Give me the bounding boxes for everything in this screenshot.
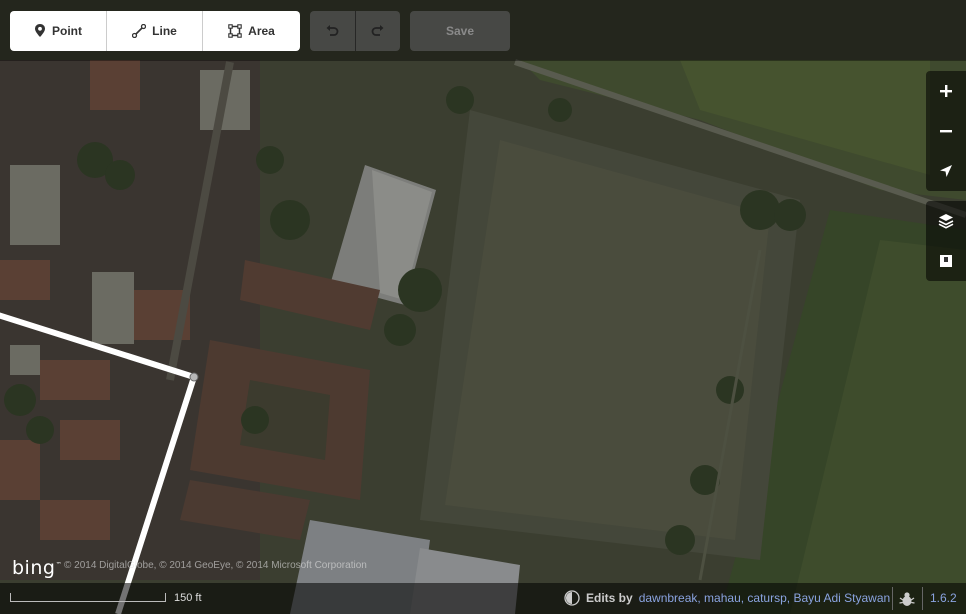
add-point-label: Point [52, 24, 82, 38]
bing-logo-text: bing [12, 557, 56, 579]
add-feature-modes: Point Line Area [10, 11, 300, 51]
minus-icon [940, 130, 952, 133]
editors-link[interactable]: dawnbreak, mahau, catursp, Bayu Adi Stya… [639, 591, 890, 605]
footer-divider [922, 587, 923, 610]
scale-bar[interactable] [10, 593, 166, 602]
line-icon [132, 24, 147, 38]
bug-icon [899, 592, 915, 606]
add-point-button[interactable]: Point [10, 11, 107, 51]
footer-divider [892, 587, 893, 610]
add-area-label: Area [248, 24, 275, 38]
map-data-button[interactable] [926, 241, 966, 281]
top-toolbar: Point Line Area Save [0, 0, 966, 61]
imagery-attribution: © 2014 DigitalGlobe, © 2014 GeoEye, © 20… [64, 560, 367, 571]
edits-by-label: Edits by [586, 591, 633, 605]
plus-icon [940, 85, 952, 97]
add-line-button[interactable]: Line [107, 11, 203, 51]
bing-logo: bing™ [12, 557, 62, 579]
footer-bar: 150 ft Edits by dawnbreak, mahau, caturs… [0, 583, 966, 614]
satellite-map[interactable] [0, 0, 966, 614]
undo-button[interactable] [310, 11, 355, 51]
add-area-button[interactable]: Area [203, 11, 300, 51]
layers-icon [938, 214, 954, 229]
zoom-out-button[interactable] [926, 111, 966, 151]
zoom-controls [926, 71, 966, 191]
undo-redo-group [310, 11, 400, 51]
layer-controls [926, 201, 966, 281]
map-pin-icon [35, 24, 45, 37]
geolocate-button[interactable] [926, 151, 966, 191]
redo-icon [371, 25, 384, 36]
edits-attribution: Edits by dawnbreak, mahau, catursp, Bayu… [564, 590, 890, 606]
version-link[interactable]: 1.6.2 [930, 591, 957, 605]
add-line-label: Line [152, 24, 177, 38]
area-icon [228, 24, 242, 38]
contributors-icon [564, 590, 580, 606]
scale-label: 150 ft [174, 592, 202, 604]
map-data-icon [940, 255, 952, 267]
undo-icon [326, 25, 339, 36]
background-settings-button[interactable] [926, 201, 966, 241]
redo-button[interactable] [354, 11, 401, 51]
report-bug-button[interactable] [896, 589, 918, 609]
way-vertex[interactable] [189, 372, 199, 382]
zoom-in-button[interactable] [926, 71, 966, 111]
save-button[interactable]: Save [410, 11, 510, 51]
location-arrow-icon [940, 165, 952, 177]
satellite-imagery [0, 0, 966, 614]
